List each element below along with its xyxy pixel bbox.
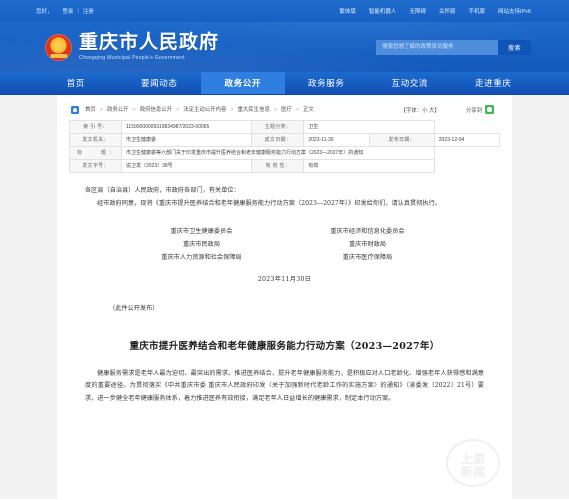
breadcrumb-item-statutory-content[interactable]: 法定主动公开内容	[183, 107, 226, 113]
meta-value-index-no: 11500000009319834987/2023-00065	[120, 120, 253, 135]
smart-robot-link[interactable]: 智能机器人	[369, 7, 397, 15]
signature-human-resources-bureau: 重庆市人力资源和社会保障局	[161, 253, 242, 261]
table-row: 标 题： 市卫生健康委等六部门关于印发重庆市提升医养结合和老年健康服务能力行动方…	[69, 146, 500, 161]
top-nav-links: 繁体版 智能机器人 无障碍 关怀版 手机版 网站支持IPv6	[339, 7, 531, 15]
breadcrumb-separator: >	[230, 107, 234, 113]
breadcrumb-item-gov-info[interactable]: 政府信息公开	[140, 107, 172, 113]
table-row: 索 引 号： 11500000009319834987/2023-00065 主…	[69, 120, 500, 135]
breadcrumb-separator: >	[176, 107, 180, 113]
signature-medical-insurance-bureau: 重庆市医疗保障局	[342, 253, 393, 261]
content-area: 首页 > 政务公开 > 政府信息公开 > 法定主动公开内容 > 重大民生信息 >…	[0, 95, 569, 499]
share-label: 分享到	[465, 107, 482, 114]
meta-label-title: 标 题：	[69, 146, 122, 161]
meta-value-issuing-agency: 市卫生健康委	[120, 133, 253, 148]
meta-label-subject-category: 主题分类：	[251, 120, 305, 135]
top-utility-bar: 您好， · 登录 | 注册 繁体版 智能机器人 无障碍 关怀版 手机版 网站支持…	[0, 0, 569, 22]
meta-label-doc-number: 发文字号：	[69, 159, 122, 174]
breadcrumb-item-disclosure[interactable]: 政务公开	[107, 107, 129, 113]
document-body: 各区县（自治县）人民政府，市政府各部门，有关单位： 经市政府同意，现将《重庆市提…	[69, 173, 500, 406]
site-brand[interactable]: 重庆市人民政府 Chongqing Municipal People's Gov…	[45, 31, 220, 61]
breadcrumb-item-livelihood[interactable]: 重大民生信息	[238, 107, 270, 113]
watermark: 上游 新闻	[440, 437, 506, 495]
nav-item-home[interactable]: 首页	[34, 72, 118, 94]
breadcrumb: 首页 > 政务公开 > 政府信息公开 > 法定主动公开内容 > 重大民生信息 >…	[85, 105, 314, 115]
nav-item-government-affairs-disclosure[interactable]: 政务公开	[201, 72, 285, 94]
site-search: 搜索	[376, 39, 531, 55]
font-size-control[interactable]: 【字体：小 大】	[401, 106, 440, 114]
share-control: 分享到	[466, 105, 494, 114]
signature-row: 重庆市民政局 重庆市财政局	[85, 238, 484, 251]
signature-date: 2023年11月30日	[257, 275, 312, 283]
breadcrumb-row: 首页 > 政务公开 > 政府信息公开 > 法定主动公开内容 > 重大民生信息 >…	[69, 103, 500, 115]
signature-health-commission: 重庆市卫生健康委员会	[170, 227, 233, 235]
brand-text: 重庆市人民政府 Chongqing Municipal People's Gov…	[79, 31, 220, 61]
breadcrumb-separator: >	[295, 107, 299, 113]
watermark-ring	[446, 439, 500, 487]
nav-item-government-services[interactable]: 政务服务	[285, 72, 369, 94]
meta-label-index-no: 索 引 号：	[69, 120, 122, 135]
national-emblem-icon	[45, 33, 72, 61]
browser-page: 您好， · 登录 | 注册 繁体版 智能机器人 无障碍 关怀版 手机版 网站支持…	[0, 0, 569, 500]
signature-block: 重庆市卫生健康委员会 重庆市经济和信息化委员会 重庆市民政局 重庆市财政局 重庆…	[85, 225, 484, 283]
traditional-chinese-link[interactable]: 繁体版	[339, 7, 356, 15]
meta-label-issuing-agency: 发文机关：	[69, 133, 122, 148]
meta-value-doc-number: 渝卫发〔2023〕38号	[120, 159, 253, 174]
article-paper: 首页 > 政务公开 > 政府信息公开 > 法定主动公开内容 > 重大民生信息 >…	[57, 95, 512, 499]
signature-finance-bureau: 重庆市财政局	[348, 240, 387, 248]
link-separator: |	[77, 8, 79, 14]
body-paragraph: 健康服务需求是老年人最为迫切、最突出的需求。推进医养结合，提升老年健康服务能力，…	[85, 369, 484, 403]
nav-item-about-chongqing[interactable]: 走进重庆	[452, 72, 536, 94]
search-input[interactable]	[376, 39, 498, 55]
accessibility-link[interactable]: 无障碍	[409, 7, 426, 15]
meta-value-written-date: 2023-11-30	[303, 133, 370, 148]
user-account-links: 您好， · 登录 | 注册	[36, 7, 94, 15]
nav-item-news[interactable]: 要闻动态	[118, 72, 202, 94]
meta-value-publish-date: 2023-12-04	[433, 133, 501, 148]
salutation-text: 各区县（自治县）人民政府，市政府各部门，有关单位：	[85, 187, 240, 195]
intro-paragraph: 经市政府同意，现将《重庆市提升医养结合和老年健康服务能力行动方案（2023—20…	[97, 199, 441, 207]
signature-row: 重庆市人力资源和社会保障局 重庆市医疗保障局	[85, 251, 484, 264]
meta-label-validity: 有 效 性：	[251, 159, 305, 174]
meta-label-written-date: 成文日期：	[251, 133, 305, 148]
search-button[interactable]: 搜索	[498, 39, 531, 55]
signature-economy-it-commission: 重庆市经济和信息化委员会	[330, 227, 405, 235]
meta-label-publish-date: 发布日期：	[368, 133, 435, 148]
mobile-version-link[interactable]: 手机版	[468, 7, 485, 15]
register-link[interactable]: 注册	[83, 7, 94, 15]
signature-row: 重庆市卫生健康委员会 重庆市经济和信息化委员会	[85, 225, 484, 238]
breadcrumb-item-medical[interactable]: 医疗	[281, 107, 292, 113]
table-row: 发文字号： 渝卫发〔2023〕38号 有 效 性： 有效	[69, 159, 500, 174]
meta-value-validity: 有效	[303, 159, 435, 174]
document-meta-table: 索 引 号： 11500000009319834987/2023-00065 主…	[69, 120, 501, 174]
breadcrumb-separator: >	[273, 107, 278, 113]
ipv6-support-link[interactable]: 网站支持IPv6	[498, 7, 531, 15]
site-masthead: 重庆市人民政府 Chongqing Municipal People's Gov…	[0, 22, 569, 72]
table-row: 发文机关： 市卫生健康委 成文日期： 2023-11-30 发布日期： 2023…	[69, 133, 501, 148]
meta-value-title: 市卫生健康委等六部门关于印发重庆市提升医养结合和老年健康服务能力行动方案（202…	[121, 146, 435, 161]
site-title-cn: 重庆市人民政府	[79, 31, 220, 54]
breadcrumb-item-home[interactable]: 首页	[85, 107, 96, 113]
greeting-dot: ·	[56, 8, 59, 14]
watermark-line-2: 新闻	[460, 465, 485, 479]
public-release-notice: （此件公开发布）	[109, 304, 159, 312]
login-link[interactable]: 登录	[62, 7, 73, 15]
greeting-text: 您好，	[36, 9, 53, 15]
breadcrumb-separator: >	[132, 107, 136, 113]
signature-civil-affairs-bureau: 重庆市民政局	[182, 240, 221, 248]
watermark-line-1: 上游	[460, 452, 485, 467]
watermark-text: 上游 新闻	[461, 453, 485, 478]
breadcrumb-separator: >	[99, 107, 103, 113]
document-title: 重庆市提升医养结合和老年健康服务能力行动方案（2023—2027年）	[129, 340, 440, 352]
article-tools: 【字体：小 大】 分享到	[401, 105, 500, 114]
main-navigation: 首页 要闻动态 政务公开 政务服务 互动交流 走进重庆	[0, 72, 569, 95]
care-version-link[interactable]: 关怀版	[439, 7, 456, 15]
site-title-en: Chongqing Municipal People's Government	[79, 54, 185, 61]
meta-value-subject-category: 卫生	[303, 120, 435, 135]
wechat-icon[interactable]	[485, 105, 494, 114]
breadcrumb-item-current: 正文	[302, 107, 314, 113]
nav-item-interaction[interactable]: 互动交流	[368, 72, 452, 94]
home-icon[interactable]	[71, 106, 79, 114]
